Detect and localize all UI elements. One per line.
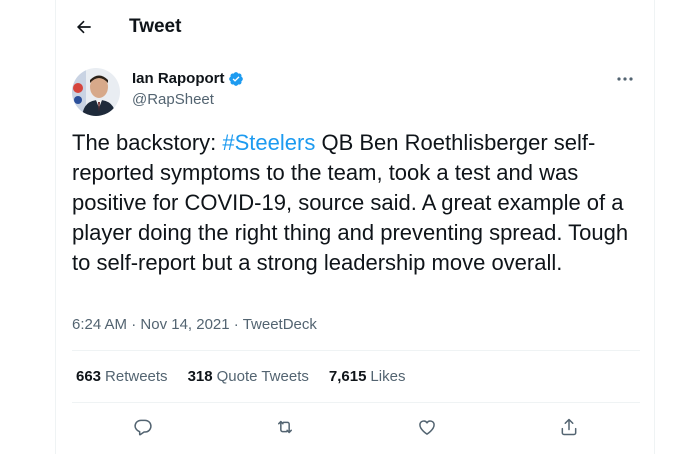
author-name[interactable]: Ian Rapoport bbox=[132, 70, 225, 87]
quote-tweets-count: 318 bbox=[187, 368, 213, 385]
avatar[interactable] bbox=[72, 68, 120, 116]
verified-badge-icon bbox=[228, 71, 244, 87]
tweet-source[interactable]: TweetDeck bbox=[243, 316, 317, 333]
reply-button[interactable] bbox=[126, 410, 160, 444]
divider bbox=[72, 402, 640, 403]
retweets-label: Retweets bbox=[105, 368, 168, 385]
tweet-meta: 6:24 AM · Nov 14, 2021 · TweetDeck bbox=[72, 316, 317, 333]
divider bbox=[72, 350, 640, 351]
more-options-button[interactable] bbox=[614, 70, 636, 88]
retweets-count: 663 bbox=[76, 368, 102, 385]
back-button[interactable] bbox=[69, 12, 99, 42]
quote-tweets-label: Quote Tweets bbox=[216, 368, 309, 385]
like-icon bbox=[419, 420, 435, 435]
likes-stat[interactable]: 7,615 Likes bbox=[329, 368, 406, 385]
meta-separator-2: · bbox=[229, 316, 243, 333]
hashtag-link[interactable]: #Steelers bbox=[222, 130, 315, 155]
tweet-detail-panel: Tweet Ian Rapoport @RapSheet The backsto… bbox=[55, 0, 655, 454]
share-icon bbox=[561, 418, 577, 436]
share-button[interactable] bbox=[552, 410, 586, 444]
like-button[interactable] bbox=[410, 410, 444, 444]
reply-icon bbox=[134, 419, 152, 436]
quote-tweets-stat[interactable]: 318 Quote Tweets bbox=[188, 368, 309, 385]
meta-separator: · bbox=[127, 316, 141, 333]
more-icon bbox=[617, 77, 633, 81]
tweet-header: Tweet bbox=[56, 0, 654, 53]
tweet-text-start: The backstory: bbox=[72, 130, 223, 155]
tweet-date[interactable]: Nov 14, 2021 bbox=[140, 316, 229, 333]
retweet-button[interactable] bbox=[268, 410, 302, 444]
retweets-stat[interactable]: 663 Retweets bbox=[76, 368, 168, 385]
likes-label: Likes bbox=[370, 368, 406, 385]
author-handle[interactable]: @RapSheet bbox=[132, 91, 214, 108]
tweet-author: Ian Rapoport @RapSheet bbox=[72, 66, 640, 116]
page-title: Tweet bbox=[129, 16, 182, 37]
tweet-actions bbox=[72, 408, 640, 446]
tweet-text: The backstory: #Steelers QB Ben Roethlis… bbox=[72, 128, 642, 278]
back-arrow-icon bbox=[76, 20, 91, 34]
retweet-icon bbox=[278, 420, 292, 434]
likes-count: 7,615 bbox=[328, 368, 367, 385]
tweet-stats: 663 Retweets 318 Quote Tweets 7,615 Likes bbox=[76, 368, 425, 385]
tweet-time[interactable]: 6:24 AM bbox=[72, 316, 127, 333]
